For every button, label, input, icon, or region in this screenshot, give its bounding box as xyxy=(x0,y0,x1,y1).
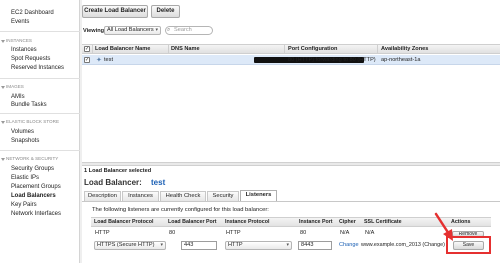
new-instance-port-input[interactable]: 8443 xyxy=(298,241,332,250)
row-port-config: 80 (HTTP) forwarding to 80 (HTTP) xyxy=(288,57,376,63)
chevron-down-icon: ▾ xyxy=(155,27,158,33)
select-all-checkbox[interactable]: ✓ xyxy=(84,46,90,52)
viewing-filter-select[interactable]: All Load Balancers ▾ xyxy=(104,26,161,35)
listener-col-instance-protocol: Instance Protocol xyxy=(225,219,270,225)
column-header-name[interactable]: Load Balancer Name xyxy=(95,46,150,52)
viewing-filter-value: All Load Balancers xyxy=(107,27,154,33)
table-header: ✓ Load Balancer Name DNS Name Port Confi… xyxy=(82,44,500,54)
listener-instance-port: 80 xyxy=(300,230,307,236)
chevron-down-icon: ▾ xyxy=(286,242,289,248)
listener-col-cipher: Cipher xyxy=(339,219,356,225)
sidebar-item-spot-requests[interactable]: Spot Requests xyxy=(11,56,50,62)
sidebar-divider xyxy=(0,31,80,32)
new-instance-protocol-select[interactable]: HTTP ▾ xyxy=(225,241,292,250)
load-balancer-icon: ✦ xyxy=(96,57,102,64)
column-header-dns[interactable]: DNS Name xyxy=(171,46,200,52)
listener-cipher: N/A xyxy=(340,230,350,236)
listener-ssl-cert: N/A xyxy=(365,230,375,236)
viewing-label: Viewing: xyxy=(83,28,106,34)
collapse-triangle-icon[interactable] xyxy=(1,40,5,43)
sidebar-divider xyxy=(0,113,80,114)
new-lb-protocol-value: HTTPS (Secure HTTP) xyxy=(97,242,155,248)
sidebar-item-key-pairs[interactable]: Key Pairs xyxy=(11,202,37,208)
listener-col-lb-protocol: Load Balancer Protocol xyxy=(94,219,154,225)
listener-lb-protocol: HTTP xyxy=(95,230,110,236)
search-input[interactable]: ⌕ Search xyxy=(165,26,213,35)
pane-splitter[interactable] xyxy=(82,162,500,166)
sidebar-divider xyxy=(0,78,80,79)
sidebar-item-amis[interactable]: AMIs xyxy=(11,94,25,100)
listeners-intro: The following listeners are currently co… xyxy=(92,207,269,213)
sidebar-section-ebs: ELASTIC BLOCK STORE xyxy=(6,119,60,124)
column-header-port-config[interactable]: Port Configuration xyxy=(288,46,337,52)
new-lb-protocol-select[interactable]: HTTPS (Secure HTTP) ▾ xyxy=(94,241,166,250)
listener-col-lb-port: Load Balancer Port xyxy=(168,219,217,225)
detail-title-value: test xyxy=(151,178,166,187)
chevron-down-icon: ▾ xyxy=(160,242,163,248)
create-load-balancer-button[interactable]: Create Load Balancer xyxy=(82,5,148,18)
listener-col-instance-port: Instance Port xyxy=(299,219,333,225)
column-header-zones[interactable]: Availability Zones xyxy=(381,46,428,52)
tab-bar-line xyxy=(82,201,500,202)
sidebar: EC2 Dashboard Events INSTANCES Instances… xyxy=(0,0,80,263)
new-lb-port-input[interactable]: 443 xyxy=(181,241,217,250)
sidebar-divider xyxy=(0,150,80,151)
listener-col-ssl-cert: SSL Certificate xyxy=(364,219,402,225)
sidebar-item-volumes[interactable]: Volumes xyxy=(11,129,34,135)
selection-count: 1 Load Balancer selected xyxy=(84,168,152,174)
column-header-separator xyxy=(284,45,285,54)
change-cipher-link[interactable]: Change xyxy=(339,242,359,248)
search-icon: ⌕ xyxy=(167,27,171,33)
column-separator xyxy=(92,45,93,54)
listener-instance-protocol: HTTP xyxy=(226,230,241,236)
collapse-triangle-icon[interactable] xyxy=(1,158,5,161)
column-separator xyxy=(168,45,169,54)
sidebar-item-ec2-dashboard[interactable]: EC2 Dashboard xyxy=(11,10,54,16)
search-placeholder: Search xyxy=(174,27,192,33)
red-arrow-icon xyxy=(434,212,453,241)
sidebar-item-snapshots[interactable]: Snapshots xyxy=(11,138,39,144)
sidebar-item-bundle-tasks[interactable]: Bundle Tasks xyxy=(11,102,47,108)
sidebar-item-reserved-instances[interactable]: Reserved Instances xyxy=(11,65,64,71)
sidebar-item-events[interactable]: Events xyxy=(11,19,29,25)
row-checkbox[interactable]: ✓ xyxy=(84,57,90,63)
sidebar-section-instances: INSTANCES xyxy=(6,38,32,43)
row-name: test xyxy=(104,57,114,63)
tab-security[interactable]: Security xyxy=(207,191,239,201)
tab-instances[interactable]: Instances xyxy=(122,191,159,201)
sidebar-section-network-security: NETWORK & SECURITY xyxy=(6,156,59,161)
row-zones: ap-northeast-1a xyxy=(381,57,421,63)
column-separator xyxy=(377,45,378,54)
sidebar-item-security-groups[interactable]: Security Groups xyxy=(11,166,54,172)
collapse-triangle-icon[interactable] xyxy=(1,86,5,89)
sidebar-item-elastic-ips[interactable]: Elastic IPs xyxy=(11,175,39,181)
tab-listeners[interactable]: Listeners xyxy=(240,190,277,201)
tab-description[interactable]: Description xyxy=(84,191,121,201)
collapse-triangle-icon[interactable] xyxy=(1,121,5,124)
sidebar-item-placement-groups[interactable]: Placement Groups xyxy=(11,184,61,190)
detail-title-label: Load Balancer: xyxy=(84,178,142,187)
tab-health-check[interactable]: Health Check xyxy=(160,191,206,201)
delete-button[interactable]: Delete xyxy=(151,5,180,18)
listener-lb-port: 80 xyxy=(169,230,176,236)
table-row[interactable]: ✓ ✦ test 80 (HTTP) forwarding to 80 (HTT… xyxy=(82,55,500,65)
sidebar-section-images: IMAGES xyxy=(6,84,24,89)
sidebar-item-network-interfaces[interactable]: Network Interfaces xyxy=(11,211,61,217)
sidebar-item-load-balancers[interactable]: Load Balancers xyxy=(11,193,56,199)
sidebar-item-instances[interactable]: Instances xyxy=(11,47,37,53)
sidebar-splitter[interactable] xyxy=(80,0,82,263)
new-instance-protocol-value: HTTP xyxy=(228,242,243,248)
